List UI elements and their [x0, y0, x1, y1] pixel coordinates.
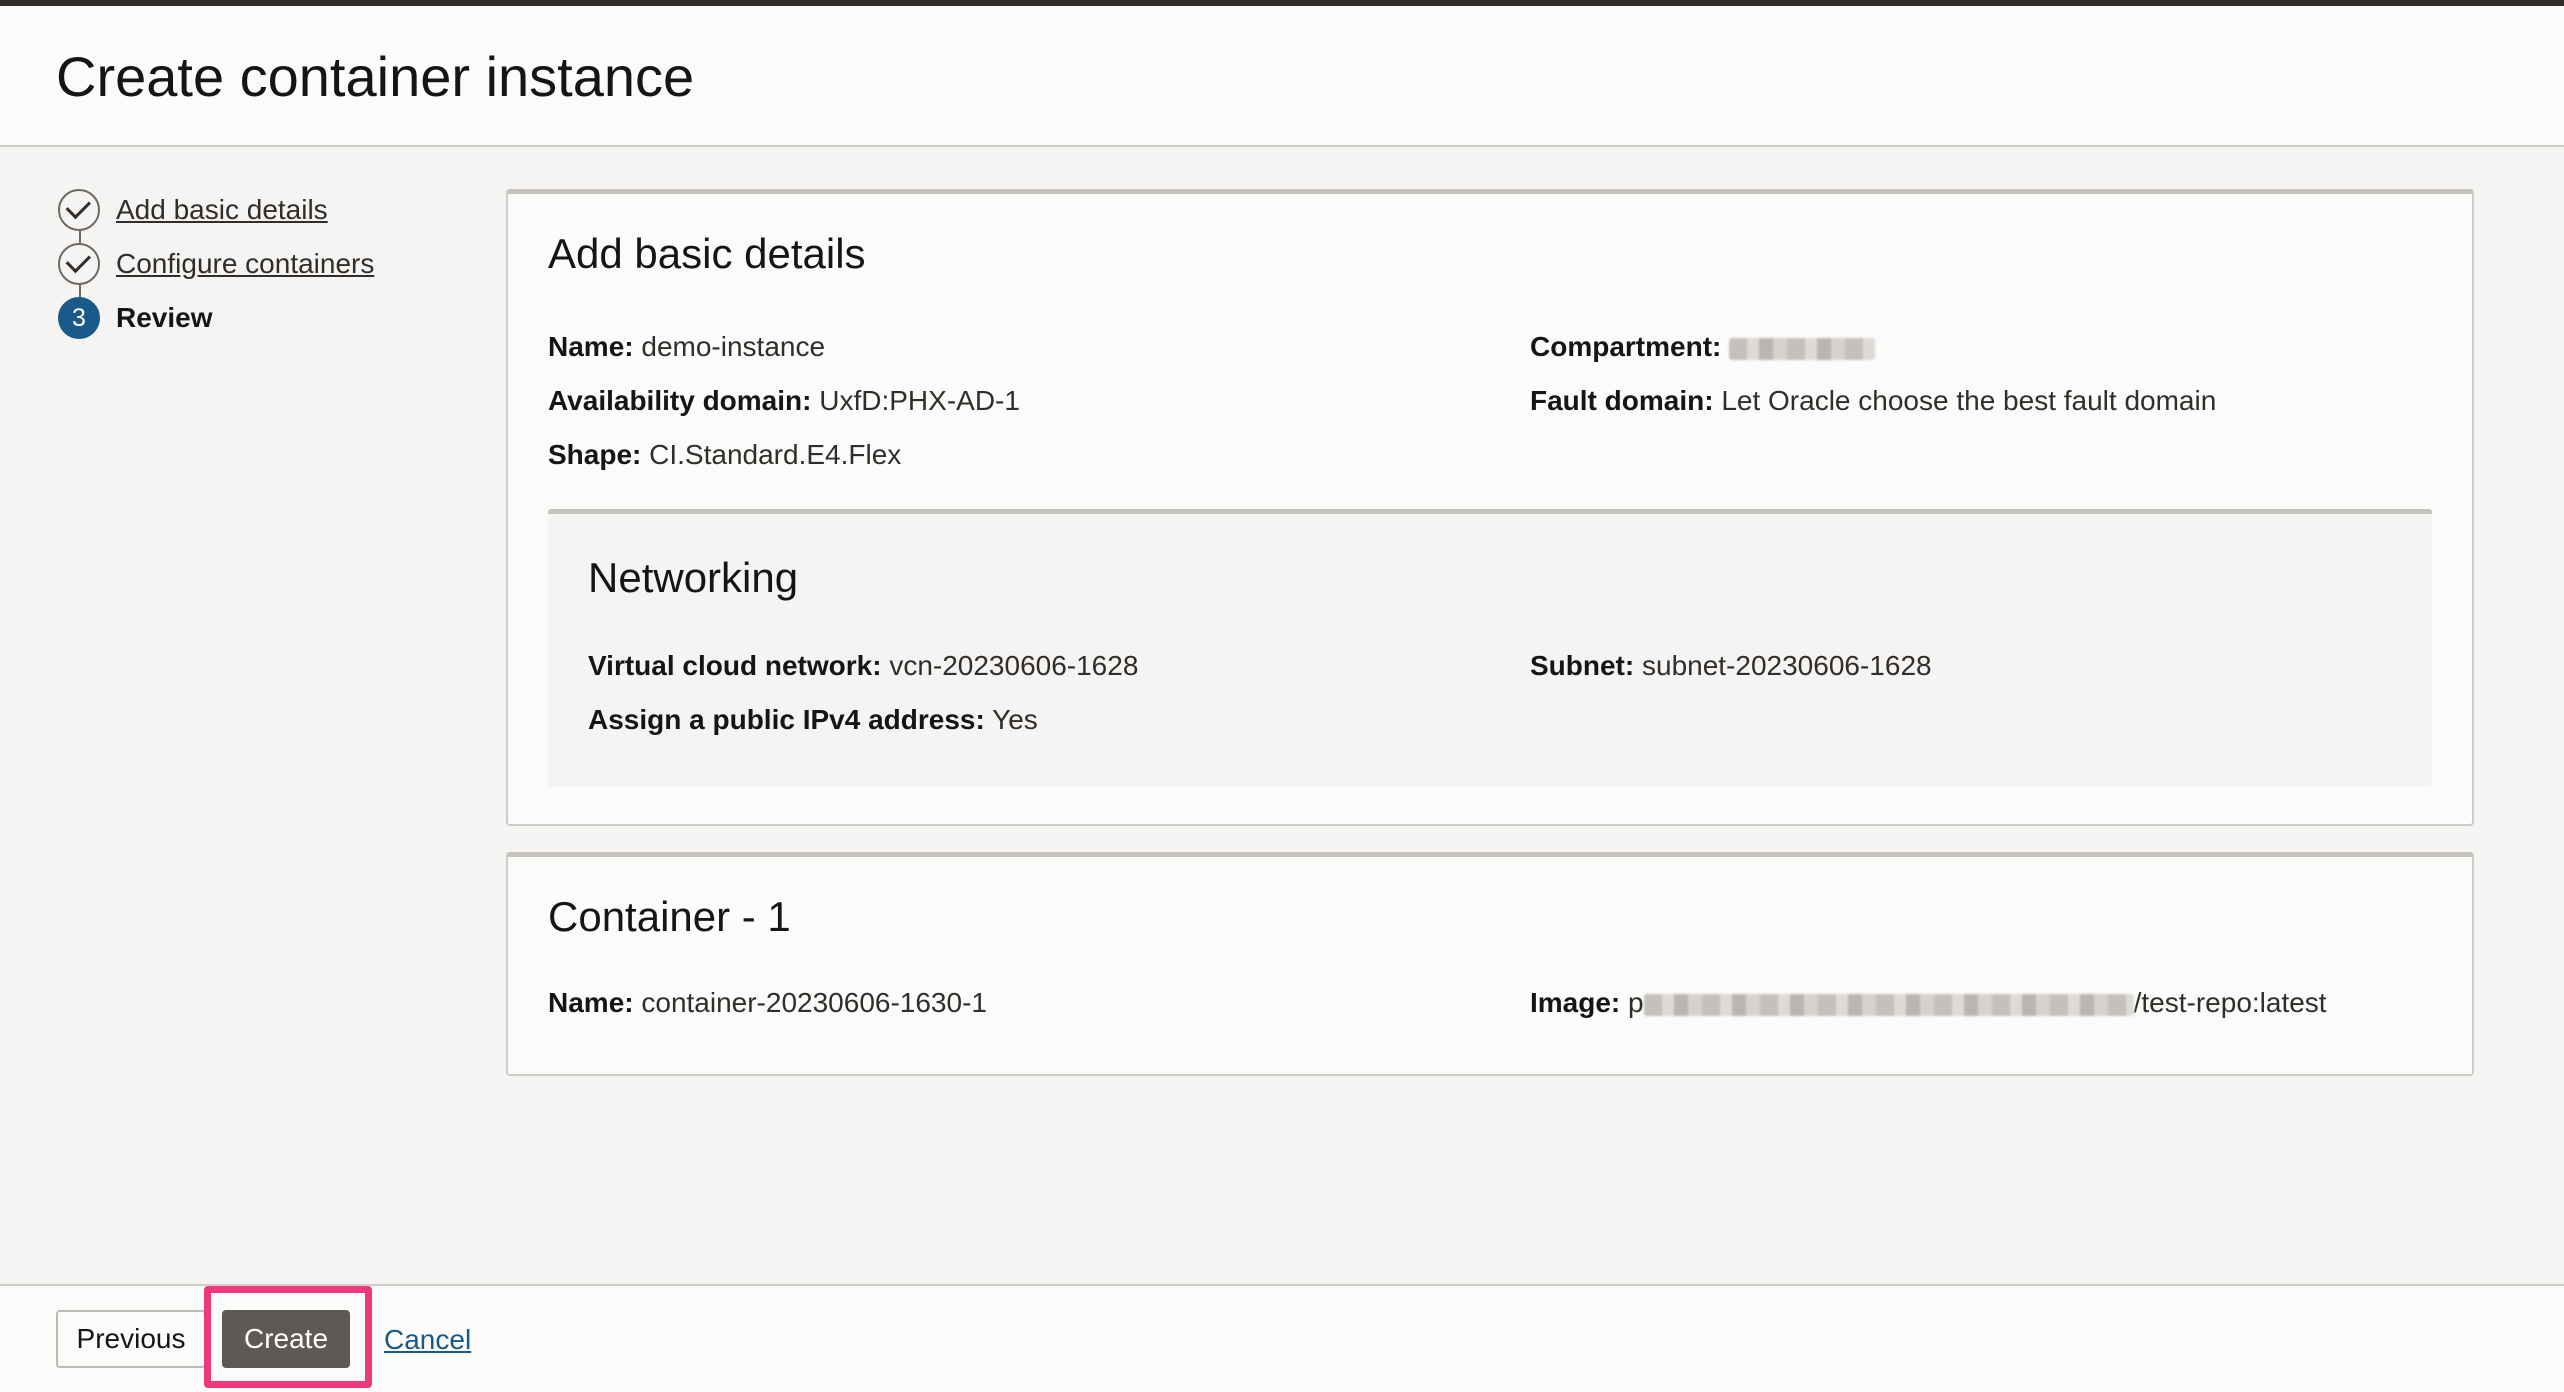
- create-button[interactable]: Create: [222, 1310, 350, 1368]
- field-label: Name:: [548, 331, 634, 362]
- step-configure-containers[interactable]: Configure containers: [58, 242, 374, 286]
- availability-domain-field: Availability domain: UxfD:PHX-AD-1: [548, 385, 1020, 417]
- field-value: Yes: [992, 704, 1038, 735]
- compartment-field: Compartment:: [1530, 331, 1876, 363]
- field-value: UxfD:PHX-AD-1: [819, 385, 1020, 416]
- panel-title: Add basic details: [548, 230, 866, 277]
- wizard-stepper: Add basic details Configure containers 3…: [58, 188, 438, 358]
- field-label: Subnet:: [1530, 650, 1635, 681]
- field-value: demo-instance: [641, 331, 826, 362]
- step-label[interactable]: Add basic details: [116, 194, 328, 226]
- networking-subpanel: Networking Virtual cloud network: vcn-20…: [548, 509, 2432, 787]
- field-label: Virtual cloud network:: [588, 650, 882, 681]
- step-label[interactable]: Configure containers: [116, 248, 374, 280]
- container-name-field: Name: container-20230606-1630-1: [548, 987, 987, 1019]
- step-label: Review: [116, 302, 213, 333]
- cancel-link[interactable]: Cancel: [384, 1324, 471, 1356]
- redacted-value: [1729, 337, 1876, 360]
- previous-button[interactable]: Previous: [56, 1310, 206, 1368]
- field-label: Availability domain:: [548, 385, 812, 416]
- fault-domain-field: Fault domain: Let Oracle choose the best…: [1530, 385, 2216, 417]
- image-field: Image: p/test-repo:latest: [1530, 987, 2327, 1019]
- wizard-footer: Previous Create Cancel: [0, 1284, 2564, 1392]
- public-ip-field: Assign a public IPv4 address: Yes: [588, 704, 1038, 736]
- field-value: CI.Standard.E4.Flex: [649, 439, 902, 470]
- container-panel: Container - 1 Name: container-20230606-1…: [506, 852, 2474, 1076]
- field-label: Image:: [1530, 987, 1621, 1018]
- vcn-field: Virtual cloud network: vcn-20230606-1628: [588, 650, 1138, 682]
- redacted-value: [1643, 993, 2134, 1016]
- field-value: vcn-20230606-1628: [889, 650, 1139, 681]
- page-title: Create container instance: [56, 45, 695, 108]
- field-label: Assign a public IPv4 address:: [588, 704, 985, 735]
- field-value: container-20230606-1630-1: [641, 987, 987, 1018]
- basic-details-panel: Add basic details Name: demo-instance Co…: [506, 189, 2474, 826]
- field-value: Let Oracle choose the best fault domain: [1721, 385, 2217, 416]
- step-number-icon: 3: [58, 297, 100, 339]
- field-value-suffix: /test-repo:latest: [2133, 987, 2327, 1018]
- step-add-basic-details[interactable]: Add basic details: [58, 188, 328, 232]
- field-label: Shape:: [548, 439, 642, 470]
- subpanel-title: Networking: [588, 554, 799, 601]
- field-label: Fault domain:: [1530, 385, 1714, 416]
- shape-field: Shape: CI.Standard.E4.Flex: [548, 439, 901, 471]
- check-circle-icon: [58, 189, 100, 231]
- name-field: Name: demo-instance: [548, 331, 825, 363]
- step-review: 3 Review: [58, 296, 213, 340]
- field-label: Compartment:: [1530, 331, 1722, 362]
- field-value-prefix: p: [1628, 987, 1644, 1018]
- field-value: subnet-20230606-1628: [1642, 650, 1932, 681]
- panel-title: Container - 1: [548, 893, 791, 940]
- subnet-field: Subnet: subnet-20230606-1628: [1530, 650, 1932, 682]
- field-label: Name:: [548, 987, 634, 1018]
- page-header: Create container instance: [0, 6, 2564, 147]
- check-circle-icon: [58, 243, 100, 285]
